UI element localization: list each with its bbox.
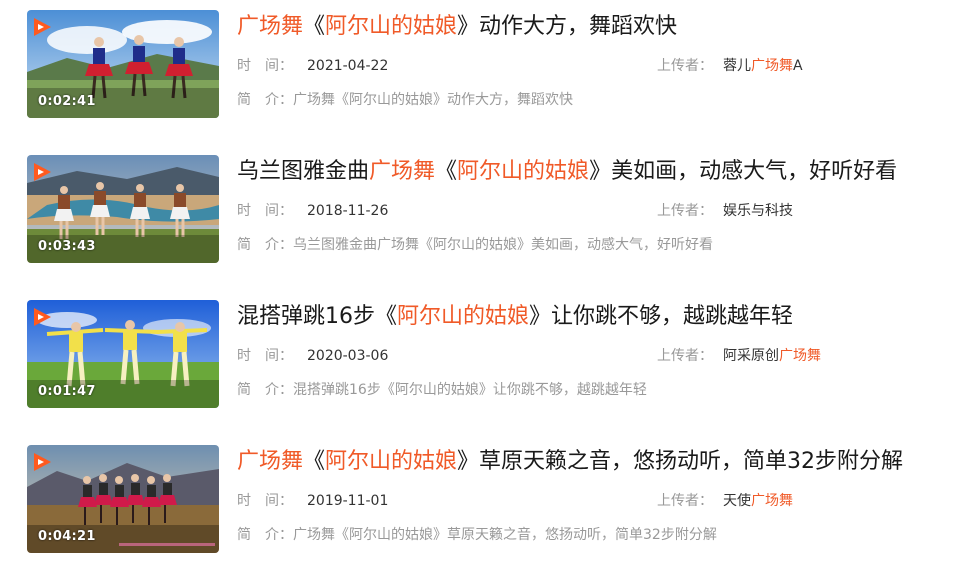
uploader-label: 上传者： (657, 348, 713, 364)
video-duration: 0:01:47 (38, 384, 96, 399)
time-label: 时 间： (237, 203, 293, 219)
publish-date: 时 间： 2018-11-26 (237, 201, 388, 221)
desc-text: 乌兰图雅金曲广场舞《阿尔山的姑娘》美如画，动感大气，好听好看 (293, 237, 713, 253)
time-label: 时 间： (237, 348, 293, 364)
publish-date: 时 间： 2019-11-01 (237, 491, 388, 511)
video-duration: 0:02:41 (38, 94, 96, 109)
date-value: 2019-11-01 (307, 493, 389, 509)
video-item[interactable]: 0:03:43 乌兰图雅金曲广场舞《阿尔山的姑娘》美如画，动感大气，好听好看 时… (27, 155, 927, 263)
video-description: 简 介：混搭弹跳16步《阿尔山的姑娘》让你跳不够，越跳越年轻 (237, 380, 647, 400)
title-keyword: 阿尔山的姑娘 (325, 14, 458, 39)
video-title[interactable]: 广场舞《阿尔山的姑娘》草原天籁之音，悠扬动听，简单32步附分解 (237, 445, 903, 479)
uploader-name-keyword: 广场舞 (751, 493, 793, 509)
desc-label: 简 介： (237, 527, 293, 543)
time-label: 时 间： (237, 493, 293, 509)
video-meta: 时 间： 2020-03-06 上传者： 阿采原创广场舞 (237, 346, 927, 366)
video-thumbnail[interactable]: 0:03:43 (27, 155, 219, 263)
title-text: 混搭弹跳16步《 (237, 304, 397, 329)
title-text: 》草原天籁之音，悠扬动听，简单32步附分解 (457, 449, 904, 474)
video-item[interactable]: 0:04:21 广场舞《阿尔山的姑娘》草原天籁之音，悠扬动听，简单32步附分解 … (27, 445, 927, 553)
uploader-name[interactable]: 天使广场舞 (723, 493, 793, 509)
video-title[interactable]: 广场舞《阿尔山的姑娘》动作大方，舞蹈欢快 (237, 10, 677, 44)
title-text: 》美如画，动感大气，好听好看 (589, 159, 898, 184)
video-meta: 时 间： 2018-11-26 上传者： 娱乐与科技 (237, 201, 927, 221)
desc-text: 混搭弹跳16步《阿尔山的姑娘》让你跳不够，越跳越年轻 (293, 382, 647, 398)
uploader: 上传者： 阿采原创广场舞 (657, 346, 821, 366)
desc-label: 简 介： (237, 92, 293, 108)
video-meta: 时 间： 2019-11-01 上传者： 天使广场舞 (237, 491, 927, 511)
date-value: 2018-11-26 (307, 203, 389, 219)
uploader-name-keyword: 广场舞 (779, 348, 821, 364)
video-result-list: 0:02:41 广场舞《阿尔山的姑娘》动作大方，舞蹈欢快 时 间： 2021-04… (0, 0, 953, 573)
title-keyword: 阿尔山的姑娘 (397, 304, 530, 329)
video-duration: 0:03:43 (38, 239, 96, 254)
desc-text: 广场舞《阿尔山的姑娘》动作大方，舞蹈欢快 (293, 92, 573, 108)
uploader-name-part: 蓉儿 (723, 58, 751, 74)
title-keyword: 阿尔山的姑娘 (457, 159, 590, 184)
video-thumbnail[interactable]: 0:02:41 (27, 10, 219, 118)
video-item[interactable]: 0:01:47 混搭弹跳16步《阿尔山的姑娘》让你跳不够，越跳越年轻 时 间： 2… (27, 300, 927, 408)
uploader: 上传者： 天使广场舞 (657, 491, 793, 511)
uploader: 上传者： 娱乐与科技 (657, 201, 793, 221)
desc-label: 简 介： (237, 237, 293, 253)
title-keyword: 阿尔山的姑娘 (325, 449, 458, 474)
title-text: 《 (435, 159, 458, 184)
video-description: 简 介：乌兰图雅金曲广场舞《阿尔山的姑娘》美如画，动感大气，好听好看 (237, 235, 713, 255)
uploader-name[interactable]: 蓉儿广场舞A (723, 58, 803, 74)
video-thumbnail[interactable]: 0:01:47 (27, 300, 219, 408)
uploader-label: 上传者： (657, 493, 713, 509)
uploader-name-part: A (793, 58, 803, 74)
video-description: 简 介：广场舞《阿尔山的姑娘》草原天籁之音，悠扬动听，简单32步附分解 (237, 525, 717, 545)
uploader-name-part: 天使 (723, 493, 751, 509)
publish-date: 时 间： 2021-04-22 (237, 56, 388, 76)
date-value: 2021-04-22 (307, 58, 389, 74)
uploader-name-part: 阿采原创 (723, 348, 779, 364)
video-description: 简 介：广场舞《阿尔山的姑娘》动作大方，舞蹈欢快 (237, 90, 573, 110)
title-text: 乌兰图雅金曲 (237, 159, 370, 184)
video-thumbnail[interactable]: 0:04:21 (27, 445, 219, 553)
time-label: 时 间： (237, 58, 293, 74)
video-duration: 0:04:21 (38, 529, 96, 544)
uploader-label: 上传者： (657, 58, 713, 74)
uploader: 上传者： 蓉儿广场舞A (657, 56, 803, 76)
desc-text: 广场舞《阿尔山的姑娘》草原天籁之音，悠扬动听，简单32步附分解 (293, 527, 717, 543)
title-keyword: 广场舞 (237, 449, 304, 474)
play-logo-icon (34, 163, 51, 181)
play-logo-icon (34, 453, 51, 471)
title-keyword: 广场舞 (237, 14, 304, 39)
video-item[interactable]: 0:02:41 广场舞《阿尔山的姑娘》动作大方，舞蹈欢快 时 间： 2021-04… (27, 10, 927, 118)
uploader-name-keyword: 广场舞 (751, 58, 793, 74)
title-text: 《 (303, 14, 326, 39)
video-meta: 时 间： 2021-04-22 上传者： 蓉儿广场舞A (237, 56, 927, 76)
play-logo-icon (34, 18, 51, 36)
uploader-name-part: 娱乐与科技 (723, 203, 793, 219)
title-text: 》动作大方，舞蹈欢快 (457, 14, 678, 39)
title-text: 》让你跳不够，越跳越年轻 (529, 304, 794, 329)
play-logo-icon (34, 308, 51, 326)
uploader-label: 上传者： (657, 203, 713, 219)
video-title[interactable]: 乌兰图雅金曲广场舞《阿尔山的姑娘》美如画，动感大气，好听好看 (237, 155, 897, 189)
date-value: 2020-03-06 (307, 348, 389, 364)
publish-date: 时 间： 2020-03-06 (237, 346, 388, 366)
title-keyword: 广场舞 (369, 159, 436, 184)
video-title[interactable]: 混搭弹跳16步《阿尔山的姑娘》让你跳不够，越跳越年轻 (237, 300, 793, 334)
desc-label: 简 介： (237, 382, 293, 398)
uploader-name[interactable]: 娱乐与科技 (723, 203, 793, 219)
uploader-name[interactable]: 阿采原创广场舞 (723, 348, 821, 364)
title-text: 《 (303, 449, 326, 474)
